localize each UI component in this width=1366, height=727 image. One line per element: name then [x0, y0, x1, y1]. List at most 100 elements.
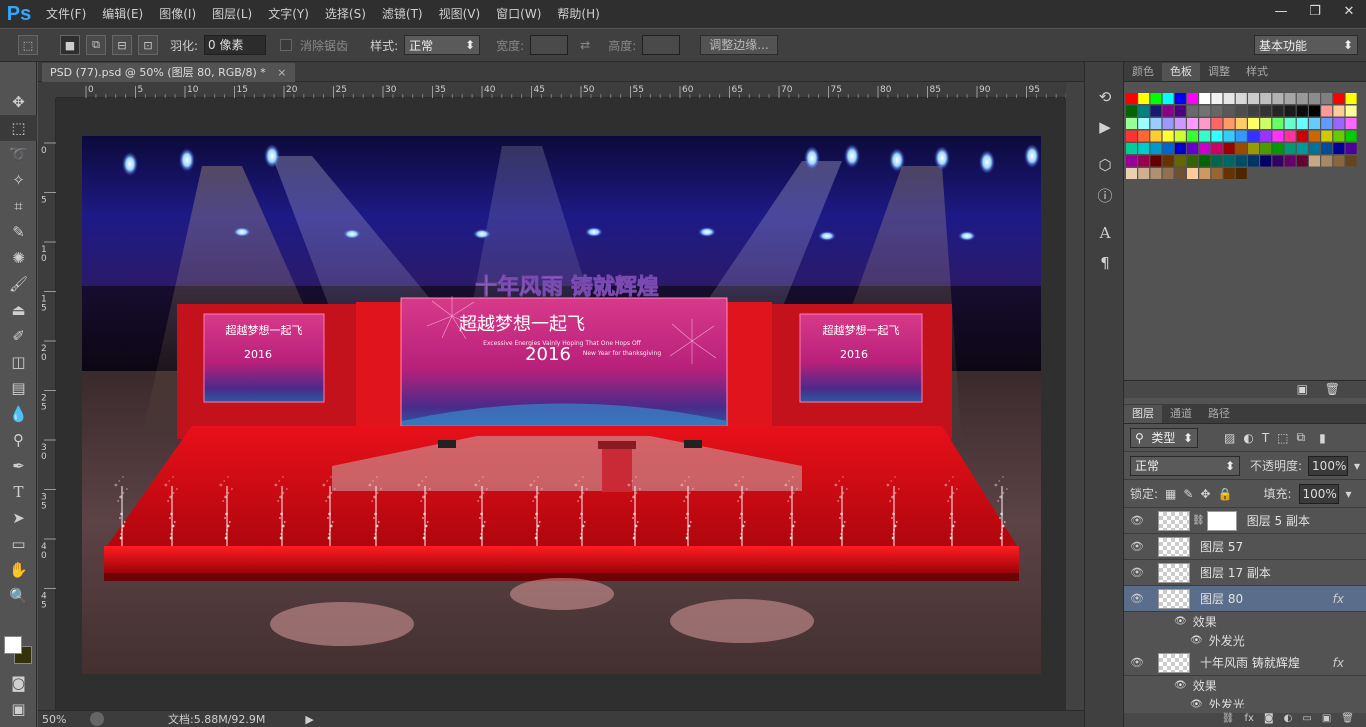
color-swatch[interactable] [1126, 105, 1137, 117]
color-swatch[interactable] [1235, 143, 1247, 154]
color-swatch[interactable] [1126, 130, 1137, 142]
delete-layer-icon[interactable]: 🗑 [1341, 713, 1354, 727]
color-swatch[interactable] [1174, 105, 1186, 117]
color-swatch[interactable] [1187, 130, 1198, 142]
swap-dimensions-icon[interactable]: ⇄ [580, 38, 590, 52]
stage-artwork[interactable]: 十年风雨 铸就辉煌 超越梦想一起飞 2016 超越梦想一起飞 2016 超越梦想… [82, 136, 1041, 674]
menu-item-6[interactable]: 滤镜(T) [374, 0, 431, 28]
color-swatch[interactable] [1126, 155, 1137, 167]
color-swatch[interactable] [1187, 143, 1198, 154]
refine-edge-button[interactable]: 调整边缘... [700, 35, 778, 55]
color-swatch[interactable] [1211, 143, 1223, 154]
menu-item-1[interactable]: 编辑(E) [94, 0, 151, 28]
color-swatch[interactable] [1138, 130, 1150, 142]
color-swatch[interactable] [1296, 93, 1308, 104]
color-swatch[interactable] [1187, 93, 1198, 104]
visibility-eye-icon[interactable]: 👁 [1124, 534, 1150, 560]
menu-item-3[interactable]: 图层(L) [204, 0, 260, 28]
color-swatch[interactable] [1309, 105, 1320, 117]
pen-tool-icon[interactable]: ✒ [0, 453, 37, 479]
color-swatch[interactable] [1235, 118, 1247, 129]
eyedropper-tool-icon[interactable]: ✎ [0, 219, 37, 245]
color-swatch[interactable] [1199, 93, 1211, 104]
color-swatch[interactable] [1150, 105, 1162, 117]
menu-item-0[interactable]: 文件(F) [38, 0, 94, 28]
color-swatch[interactable] [1162, 155, 1174, 167]
color-swatch[interactable] [1150, 143, 1162, 154]
color-swatch[interactable] [1309, 130, 1320, 142]
color-swatch[interactable] [1223, 105, 1235, 117]
color-swatch[interactable] [1260, 118, 1272, 129]
color-swatch[interactable] [1321, 93, 1333, 104]
color-swatch[interactable] [1260, 143, 1272, 154]
color-swatch[interactable] [1248, 105, 1259, 117]
color-swatch[interactable] [1235, 105, 1247, 117]
visibility-eye-icon[interactable]: 👁 [1124, 586, 1150, 612]
color-swatch[interactable] [1309, 155, 1320, 167]
color-swatch[interactable] [1211, 130, 1223, 142]
color-swatch[interactable] [1296, 105, 1308, 117]
new-selection-icon[interactable]: ■ [60, 35, 80, 55]
color-swatch[interactable] [1248, 93, 1259, 104]
color-swatch[interactable] [1345, 105, 1357, 117]
menu-item-7[interactable]: 视图(V) [431, 0, 489, 28]
menu-item-4[interactable]: 文字(Y) [260, 0, 317, 28]
color-swatch[interactable] [1296, 143, 1308, 154]
color-swatch[interactable] [1284, 93, 1296, 104]
zoom-tool-icon[interactable]: 🔍 [0, 583, 37, 609]
foreground-color-swatch[interactable] [4, 636, 22, 654]
color-swatch[interactable] [1333, 118, 1345, 129]
layer-effects-icon[interactable]: fx [1333, 592, 1344, 606]
swatches-tab-0[interactable]: 颜色 [1124, 63, 1162, 81]
new-layer-icon[interactable]: ▣ [1322, 713, 1331, 727]
filter-pixel-icon[interactable]: ▨ [1224, 431, 1235, 445]
color-swatch[interactable] [1235, 130, 1247, 142]
rectangle-tool-icon[interactable]: ▭ [0, 531, 37, 557]
color-swatch[interactable] [1248, 155, 1259, 167]
outer-glow-effect-row[interactable]: 👁 外发光 [1124, 631, 1366, 650]
filter-adjustment-icon[interactable]: ◐ [1243, 431, 1253, 445]
color-swatch[interactable] [1235, 155, 1247, 167]
add-mask-icon[interactable]: ◙ [1264, 713, 1274, 727]
color-swatch[interactable] [1126, 143, 1137, 154]
blur-tool-icon[interactable]: 💧 [0, 401, 37, 427]
color-swatch[interactable] [1223, 143, 1235, 154]
paragraph-panel-icon[interactable]: ¶ [1085, 248, 1125, 278]
status-menu-icon[interactable] [90, 712, 104, 726]
color-swatch[interactable] [1138, 93, 1150, 104]
color-swatch[interactable] [1138, 118, 1150, 129]
magic-wand-tool-icon[interactable]: ✧ [0, 167, 37, 193]
color-swatch[interactable] [1162, 118, 1174, 129]
color-swatch[interactable] [1199, 118, 1211, 129]
color-swatch[interactable] [1223, 118, 1235, 129]
color-swatch[interactable] [1199, 105, 1211, 117]
subtract-from-selection-icon[interactable]: ⊟ [112, 35, 132, 55]
horizontal-ruler[interactable]: 0 5 10 15 20 25 30 35 40 45 50 55 60 65 70 75 80 85 90 95 [56, 82, 1067, 98]
info-panel-icon[interactable]: ⓘ [1085, 180, 1125, 210]
color-swatch[interactable] [1223, 93, 1235, 104]
color-swatch[interactable] [1199, 155, 1211, 167]
width-input[interactable] [530, 35, 569, 55]
crop-tool-icon[interactable]: ⌗ [0, 193, 37, 219]
effects-row[interactable]: 👁 效果 [1124, 676, 1366, 695]
color-swatch[interactable] [1321, 155, 1333, 167]
filter-type-icon[interactable]: T [1262, 431, 1269, 445]
color-swatch[interactable] [1162, 105, 1174, 117]
fill-arrow-icon[interactable]: ▾ [1346, 487, 1352, 501]
color-swatch[interactable] [1260, 93, 1272, 104]
color-swatch[interactable] [1272, 143, 1284, 154]
color-swatch[interactable] [1235, 168, 1247, 179]
character-panel-icon[interactable]: A [1085, 218, 1125, 248]
close-window-icon[interactable]: ✕ [1332, 0, 1366, 22]
color-swatch[interactable] [1174, 168, 1186, 179]
color-swatch[interactable] [1284, 105, 1296, 117]
color-swatch[interactable] [1284, 155, 1296, 167]
color-swatch[interactable] [1272, 105, 1284, 117]
opacity-input[interactable]: 100% [1308, 455, 1349, 476]
gradient-tool-icon[interactable]: ▤ [0, 375, 37, 401]
brush-tool-icon[interactable]: 🖌 [0, 271, 37, 297]
color-swatch[interactable] [1187, 105, 1198, 117]
color-swatch[interactable] [1150, 93, 1162, 104]
layer-row[interactable]: 👁 十年风雨 铸就辉煌 fx [1124, 650, 1366, 676]
color-swatch[interactable] [1260, 155, 1272, 167]
